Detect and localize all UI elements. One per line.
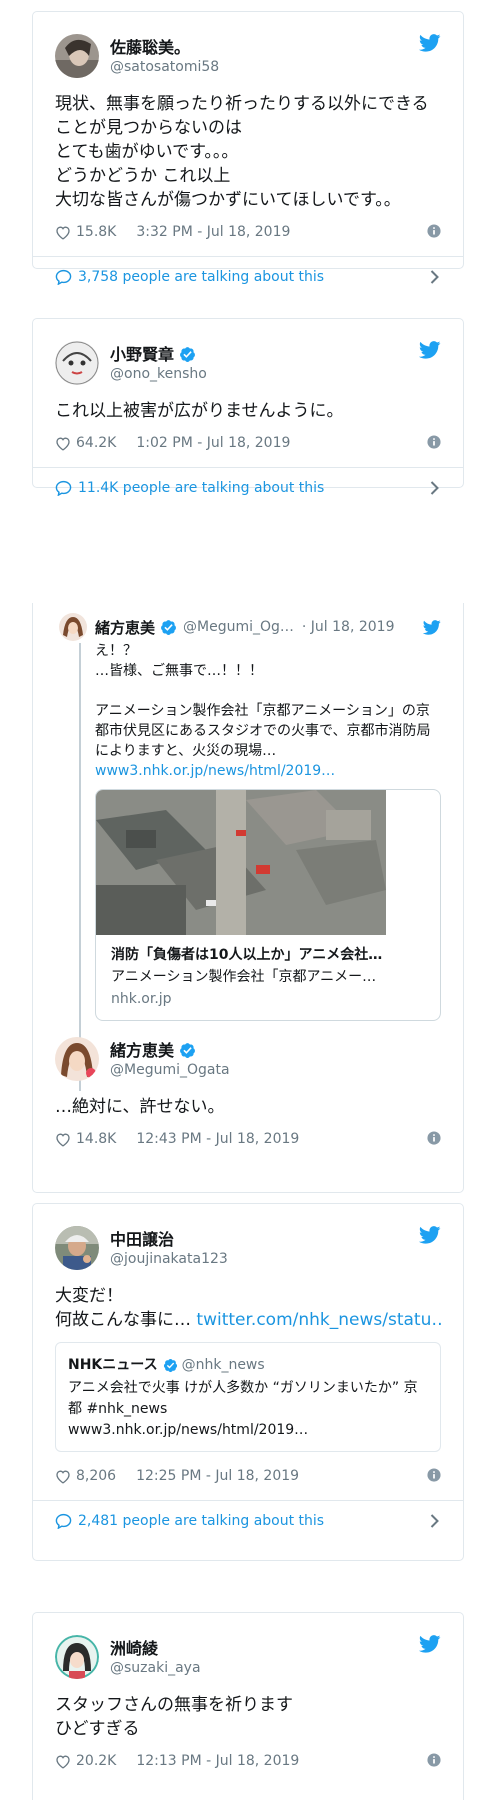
- author-name[interactable]: 小野賢章: [110, 344, 174, 365]
- author-handle[interactable]: @suzaki_aya: [110, 1659, 201, 1677]
- comment-bubble-icon: [55, 480, 72, 496]
- chevron-right-icon: [430, 481, 439, 495]
- tweet-timestamp[interactable]: 3:32 PM - Jul 18, 2019: [136, 224, 290, 240]
- author-name[interactable]: 緒方恵美: [110, 1040, 174, 1061]
- chevron-right-icon: [430, 1514, 439, 1528]
- heart-icon[interactable]: [55, 1132, 71, 1147]
- verified-badge-icon: [160, 619, 177, 636]
- tweet-card-megumi-ogata: 緒方恵美 @Megumi_Og… · Jul 18, 2019 え！？ …皆様、…: [32, 603, 464, 1193]
- twitter-bird-icon[interactable]: [419, 1226, 441, 1244]
- tweet-text-line1: 大変だ！: [55, 1286, 123, 1306]
- tweet-card-jouji-nakata: 中田譲治 @joujinakata123 大変だ！ 何故こんな事に… twitt…: [32, 1203, 464, 1561]
- author-name[interactable]: 中田譲治: [110, 1229, 228, 1250]
- parent-author-handle[interactable]: @Megumi_Og…: [183, 618, 294, 636]
- parent-author-name[interactable]: 緒方恵美: [95, 617, 155, 638]
- verified-badge-icon: [179, 1042, 196, 1059]
- author-handle[interactable]: @satosatomi58: [110, 58, 219, 76]
- talking-about-link[interactable]: 3,758 people are talking about this: [33, 256, 463, 297]
- heart-icon[interactable]: [55, 436, 71, 451]
- talking-about-text: 2,481 people are talking about this: [78, 1513, 325, 1529]
- tweet-text: これ以上被害が広がりませんように。: [55, 401, 344, 421]
- like-count[interactable]: 14.8K: [76, 1131, 116, 1147]
- like-count[interactable]: 15.8K: [76, 224, 116, 240]
- info-icon[interactable]: [427, 224, 441, 238]
- parent-date[interactable]: · Jul 18, 2019: [302, 618, 395, 636]
- tweet-card-ono-kensho: 小野賢章 @ono_kensho これ以上被害が広がりませんように。 64.2K…: [32, 318, 464, 496]
- twitter-bird-icon[interactable]: [419, 34, 441, 52]
- author-handle[interactable]: @Megumi_Ogata: [110, 1061, 230, 1079]
- author-handle[interactable]: @joujinakata123: [110, 1250, 228, 1268]
- twitter-bird-icon[interactable]: [419, 341, 441, 359]
- talking-about-link[interactable]: 11.4K people are talking about this: [33, 467, 463, 508]
- tweet-link[interactable]: twitter.com/nhk_news/statu…: [196, 1310, 441, 1330]
- verified-badge-icon: [179, 346, 196, 363]
- news-photo: [96, 790, 386, 935]
- link-preview-card[interactable]: 消防「負傷者は10人以上か」アニメ会社… アニメーション製作会社「京都アニメー……: [95, 789, 441, 1021]
- talking-about-text: 11.4K people are talking about this: [78, 480, 325, 496]
- quoted-author-name[interactable]: NHKニュース: [68, 1355, 158, 1376]
- avatar[interactable]: [55, 1226, 99, 1270]
- link-card-domain: nhk.or.jp: [111, 991, 172, 1007]
- tweet-text: スタッフさんの無事を祈ります ひどすぎる: [55, 1695, 293, 1739]
- quoted-link[interactable]: www3.nhk.or.jp/news/html/2019…: [68, 1420, 428, 1441]
- avatar[interactable]: [55, 341, 99, 385]
- verified-badge-icon: [163, 1358, 178, 1373]
- link-card-description: アニメーション製作会社「京都アニメー…: [111, 969, 377, 985]
- avatar[interactable]: [59, 613, 87, 641]
- parent-tweet-link[interactable]: www3.nhk.or.jp/news/html/2019…: [95, 761, 441, 781]
- info-icon[interactable]: [427, 435, 441, 449]
- tweet-text: …絶対に、許せない。: [55, 1097, 225, 1117]
- quoted-text: アニメ会社で火事 けが人多数か “ガソリンまいたか” 京都 #nhk_news: [68, 1380, 418, 1417]
- quoted-tweet[interactable]: NHKニュース @nhk_news アニメ会社で火事 けが人多数か “ガソリンま…: [55, 1342, 441, 1452]
- twitter-bird-icon[interactable]: [419, 1635, 441, 1653]
- link-card-title[interactable]: 消防「負傷者は10人以上か」アニメ会社…: [111, 944, 425, 966]
- author-name[interactable]: 佐藤聡美。: [110, 37, 219, 58]
- tweet-timestamp[interactable]: 12:43 PM - Jul 18, 2019: [136, 1131, 299, 1147]
- info-icon[interactable]: [427, 1468, 441, 1482]
- heart-icon[interactable]: [55, 225, 71, 240]
- tweet-timestamp[interactable]: 1:02 PM - Jul 18, 2019: [136, 435, 290, 451]
- tweet-timestamp[interactable]: 12:25 PM - Jul 18, 2019: [136, 1468, 299, 1484]
- quoted-author-handle[interactable]: @nhk_news: [182, 1355, 265, 1376]
- like-count[interactable]: 20.2K: [76, 1753, 116, 1769]
- tweet-text-line2: 何故こんな事に…: [55, 1310, 197, 1330]
- like-count[interactable]: 8,206: [76, 1468, 116, 1484]
- like-count[interactable]: 64.2K: [76, 435, 116, 451]
- info-icon[interactable]: [427, 1753, 441, 1767]
- heart-icon[interactable]: [55, 1469, 71, 1484]
- tweet-text: 現状、無事を願ったり祈ったりする以外にできることが見つからないのは とても歯がゆ…: [55, 94, 429, 210]
- talking-about-text: 3,758 people are talking about this: [78, 269, 325, 285]
- tweet-card-suzaki-aya: 洲崎綾 @suzaki_aya スタッフさんの無事を祈ります ひどすぎる 20.…: [32, 1612, 464, 1800]
- comment-bubble-icon: [55, 269, 72, 285]
- talking-about-link[interactable]: 2,481 people are talking about this: [33, 1500, 463, 1541]
- avatar[interactable]: [55, 1635, 99, 1679]
- tweet-card-satosatomi: 佐藤聡美。 @satosatomi58 現状、無事を願ったり祈ったりする以外にで…: [32, 11, 464, 285]
- avatar[interactable]: [55, 1037, 99, 1081]
- author-name[interactable]: 洲崎綾: [110, 1638, 201, 1659]
- author-handle[interactable]: @ono_kensho: [110, 365, 207, 383]
- avatar[interactable]: [55, 34, 99, 78]
- heart-icon[interactable]: [55, 1754, 71, 1769]
- comment-bubble-icon: [55, 1513, 72, 1529]
- tweet-timestamp[interactable]: 12:13 PM - Jul 18, 2019: [136, 1753, 299, 1769]
- parent-tweet-text: え！？ …皆様、ご無事で…！！！ アニメーション製作会社「京都アニメーション」の…: [95, 643, 431, 759]
- info-icon[interactable]: [427, 1131, 441, 1145]
- chevron-right-icon: [430, 270, 439, 284]
- twitter-bird-icon[interactable]: [423, 620, 441, 635]
